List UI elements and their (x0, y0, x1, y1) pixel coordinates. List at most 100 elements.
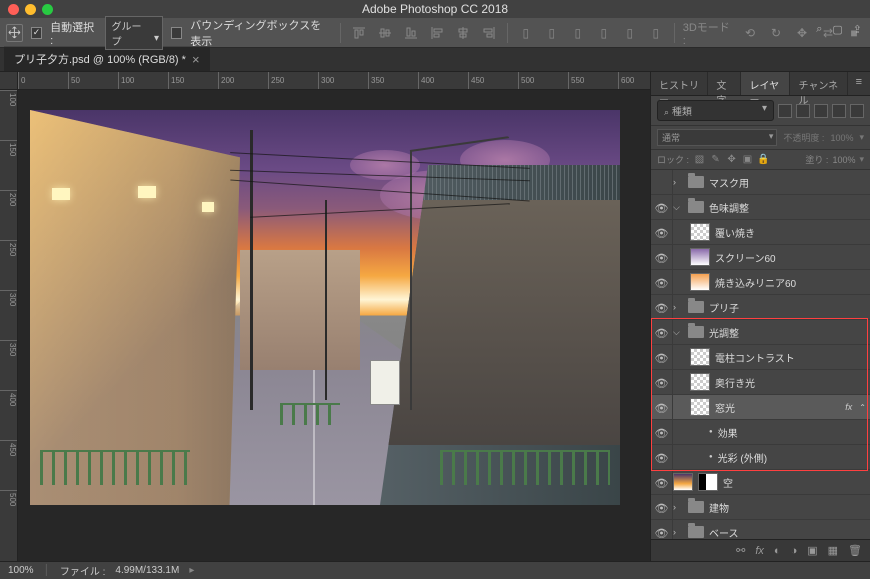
pan-icon[interactable]: ✥ (792, 23, 812, 43)
layer-visibility-toggle[interactable]: 👁 (651, 270, 673, 294)
layer-row[interactable]: 👁●光彩 (外側) (651, 445, 870, 470)
layer-thumbnail[interactable] (673, 473, 693, 491)
file-size-value[interactable]: 4.99M/133.1M (115, 565, 179, 576)
close-tab-icon[interactable]: × (192, 52, 200, 67)
layer-thumbnail[interactable] (690, 273, 710, 291)
blend-mode-select[interactable]: 通常 (657, 129, 777, 146)
canvas[interactable] (30, 110, 620, 505)
layer-visibility-toggle[interactable]: 👁 (651, 420, 673, 444)
zoom-level[interactable]: 100% (8, 565, 34, 576)
filter-pixel-icon[interactable] (778, 104, 792, 118)
disclosure-icon[interactable]: ⌵ (673, 202, 683, 213)
align-left-icon[interactable] (427, 23, 447, 43)
layer-visibility-toggle[interactable]: 👁 (651, 445, 673, 469)
disclosure-icon[interactable]: › (673, 527, 683, 537)
filter-type-icon[interactable] (814, 104, 828, 118)
disclosure-icon[interactable]: › (673, 502, 683, 512)
layer-row[interactable]: 👁窓光fx⌃ (651, 395, 870, 420)
layer-visibility-toggle[interactable]: 👁 (651, 245, 673, 269)
link-layers-icon[interactable]: ⚯ (736, 544, 745, 557)
panel-menu-icon[interactable]: ≡ (848, 72, 870, 95)
align-right-icon[interactable] (479, 23, 499, 43)
layer-visibility-toggle[interactable]: 👁 (651, 520, 673, 539)
layer-row[interactable]: 👁スクリーン60 (651, 245, 870, 270)
document-tab[interactable]: プリ子夕方.psd @ 100% (RGB/8) * × (4, 46, 210, 71)
maximize-window-button[interactable] (42, 4, 53, 15)
filter-adjust-icon[interactable] (796, 104, 810, 118)
layer-row[interactable]: 👁空 (651, 470, 870, 495)
layer-visibility-toggle[interactable]: 👁 (651, 395, 673, 419)
new-layer-icon[interactable]: ▦ (828, 544, 838, 557)
align-top-icon[interactable] (349, 23, 369, 43)
distribute-icon-5[interactable]: ▯ (620, 23, 640, 43)
frame-icon[interactable]: ▢ (832, 23, 842, 36)
layer-row[interactable]: 👁●効果 (651, 420, 870, 445)
tab-history[interactable]: ヒストリー (651, 72, 708, 95)
align-bottom-icon[interactable] (401, 23, 421, 43)
filter-smart-icon[interactable] (850, 104, 864, 118)
disclosure-icon[interactable]: ⌵ (673, 327, 683, 338)
delete-layer-icon[interactable]: 🗑 (848, 544, 862, 557)
disclosure-icon[interactable]: › (673, 177, 683, 187)
align-hcenter-icon[interactable] (453, 23, 473, 43)
orbit-icon[interactable]: ⟲ (740, 23, 760, 43)
adjustment-layer-icon[interactable]: ◑ (791, 545, 798, 557)
layer-row[interactable]: 👁覆い焼き (651, 220, 870, 245)
disclosure-icon[interactable]: › (673, 302, 683, 312)
minimize-window-button[interactable] (25, 4, 36, 15)
layer-visibility-toggle[interactable] (651, 170, 673, 194)
distribute-icon-2[interactable]: ▯ (542, 23, 562, 43)
tab-layers[interactable]: レイヤー (741, 72, 790, 95)
layer-thumbnail[interactable] (690, 398, 710, 416)
layer-thumbnail[interactable] (690, 248, 710, 266)
layer-row[interactable]: 👁›プリ子 (651, 295, 870, 320)
layer-row[interactable]: 👁⌵色味調整 (651, 195, 870, 220)
ruler-vertical[interactable]: 100150200250300350400450500 (0, 90, 18, 561)
auto-select-mode-select[interactable]: グループ (105, 16, 164, 50)
layer-visibility-toggle[interactable]: 👁 (651, 495, 673, 519)
tab-type[interactable]: 文字 (708, 72, 741, 95)
fill-value[interactable]: 100% (832, 155, 855, 165)
distribute-icon-3[interactable]: ▯ (568, 23, 588, 43)
lock-transparency-icon[interactable]: ▧ (693, 153, 706, 166)
auto-select-checkbox[interactable] (31, 27, 42, 39)
move-tool-icon[interactable] (6, 24, 23, 42)
lock-artboard-icon[interactable]: ▣ (741, 153, 754, 166)
lock-pixels-icon[interactable]: ✎ (709, 153, 722, 166)
layer-row[interactable]: 👁⌵光調整 (651, 320, 870, 345)
layer-visibility-toggle[interactable]: 👁 (651, 370, 673, 394)
tab-channels[interactable]: チャンネル (790, 72, 847, 95)
opacity-value[interactable]: 100% (830, 133, 853, 143)
fx-badge[interactable]: fx (845, 402, 854, 412)
layer-thumbnail[interactable] (690, 223, 710, 241)
close-window-button[interactable] (8, 4, 19, 15)
layer-group-icon[interactable]: ▣ (807, 544, 817, 557)
layer-row[interactable]: 👁›建物 (651, 495, 870, 520)
search-icon[interactable]: ⌕ (816, 23, 822, 36)
layer-row[interactable]: 👁›ベース (651, 520, 870, 539)
distribute-icon-4[interactable]: ▯ (594, 23, 614, 43)
layer-thumbnail[interactable] (690, 373, 710, 391)
layer-mask-thumbnail[interactable] (698, 473, 718, 491)
lock-position-icon[interactable]: ✥ (725, 153, 738, 166)
ruler-corner[interactable] (0, 72, 18, 90)
lock-all-icon[interactable]: 🔒 (757, 153, 770, 166)
layer-visibility-toggle[interactable]: 👁 (651, 195, 673, 219)
layer-visibility-toggle[interactable]: 👁 (651, 470, 673, 494)
layer-thumbnail[interactable] (690, 348, 710, 366)
share-icon[interactable]: ⇪ (853, 23, 862, 36)
distribute-icon-1[interactable]: ▯ (516, 23, 536, 43)
layer-row[interactable]: 👁奥行き光 (651, 370, 870, 395)
layer-visibility-toggle[interactable]: 👁 (651, 345, 673, 369)
filter-shape-icon[interactable] (832, 104, 846, 118)
layer-row[interactable]: 👁電柱コントラスト (651, 345, 870, 370)
layer-visibility-toggle[interactable]: 👁 (651, 295, 673, 319)
bounding-box-checkbox[interactable] (171, 27, 182, 39)
roll-icon[interactable]: ↻ (766, 23, 786, 43)
layer-fx-icon[interactable]: fx (755, 545, 764, 557)
align-vcenter-icon[interactable] (375, 23, 395, 43)
layer-row[interactable]: ›マスク用 (651, 170, 870, 195)
layer-row[interactable]: 👁焼き込みリニア60 (651, 270, 870, 295)
layer-visibility-toggle[interactable]: 👁 (651, 320, 673, 344)
layer-mask-icon[interactable]: ◐ (774, 545, 781, 557)
